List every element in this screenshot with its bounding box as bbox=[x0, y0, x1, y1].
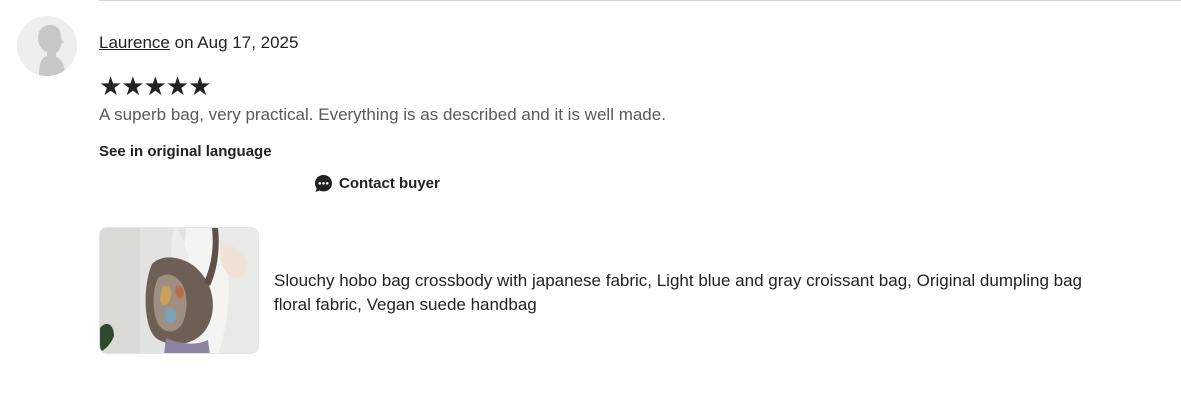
top-divider bbox=[99, 0, 1181, 1]
reviewer-name-link[interactable]: Laurence bbox=[99, 33, 170, 52]
review-card: Laurence on Aug 17, 2025 ★★★★★ A superb … bbox=[0, 0, 1181, 403]
review-date: on Aug 17, 2025 bbox=[169, 33, 299, 52]
chat-bubble-icon bbox=[314, 174, 333, 193]
listing-title-link[interactable]: Slouchy hobo bag crossbody with japanese… bbox=[274, 269, 1094, 317]
reviewer-avatar bbox=[17, 16, 77, 76]
review-text: A superb bag, very practical. Everything… bbox=[99, 105, 666, 124]
contact-buyer-button[interactable]: Contact buyer bbox=[314, 172, 440, 194]
see-original-language-button[interactable]: See in original language bbox=[99, 142, 272, 162]
review-byline: Laurence on Aug 17, 2025 bbox=[99, 32, 298, 54]
listing-thumbnail[interactable] bbox=[99, 227, 259, 354]
default-user-avatar-icon bbox=[17, 16, 77, 76]
contact-buyer-label: Contact buyer bbox=[339, 174, 440, 192]
star-rating: ★★★★★ bbox=[99, 71, 212, 101]
